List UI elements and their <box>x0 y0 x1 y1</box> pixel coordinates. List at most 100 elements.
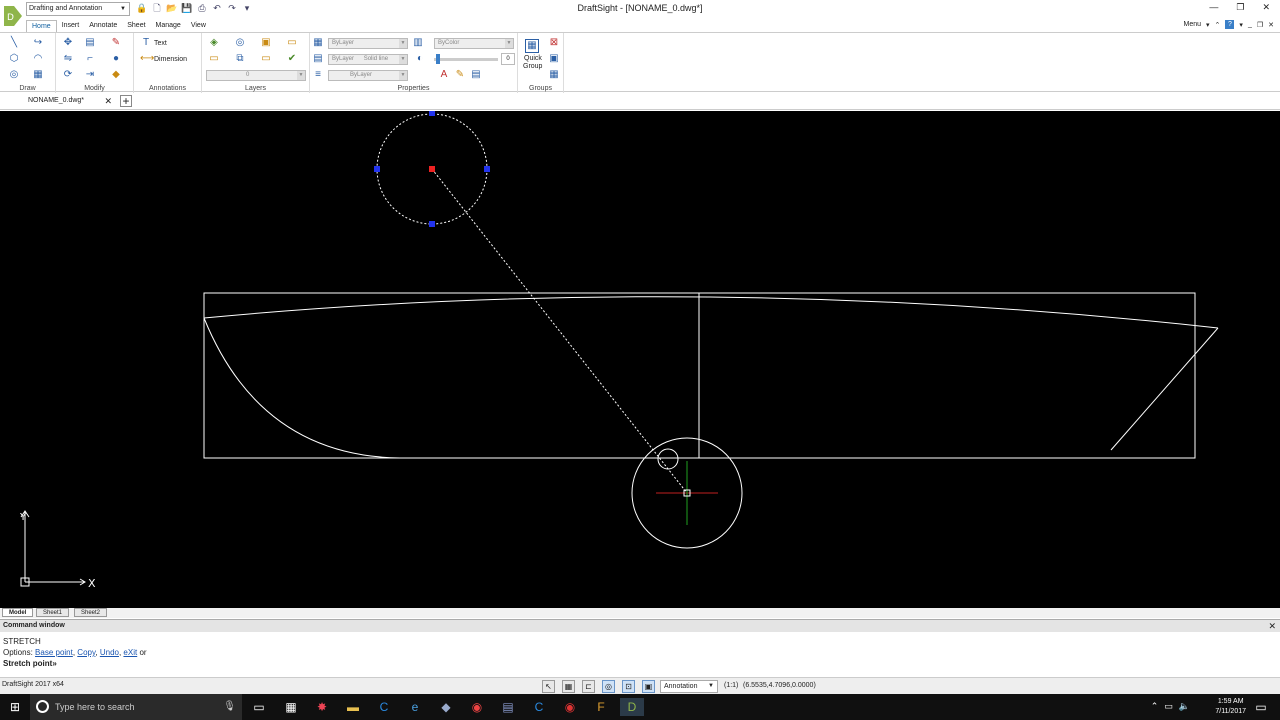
rotate-icon[interactable]: ⟳ <box>62 69 74 81</box>
match-properties-icon[interactable]: ▦ <box>312 37 324 49</box>
app-record-icon[interactable]: ◉ <box>561 698 579 716</box>
text-icon[interactable]: T <box>140 37 152 49</box>
app-doc-icon[interactable]: ▤ <box>499 698 517 716</box>
option-exit[interactable]: eXit <box>123 648 137 657</box>
app-e-icon[interactable]: e <box>406 698 424 716</box>
doc-restore-icon[interactable]: ❐ <box>1257 21 1263 29</box>
app-f-icon[interactable]: F <box>592 698 610 716</box>
quick-group-label-2[interactable]: Group <box>523 63 542 70</box>
properties-painter-icon[interactable]: ◆ <box>110 69 122 81</box>
file-explorer-icon[interactable]: ▬ <box>344 698 362 716</box>
chevron-down-icon[interactable]: ▾ <box>1239 21 1243 29</box>
mirror-icon[interactable]: ⇋ <box>62 53 74 65</box>
transparency-slider[interactable] <box>434 58 498 61</box>
layer-copy-icon[interactable]: ▣ <box>260 37 272 49</box>
windows-start-icon[interactable]: ⊞ <box>6 698 24 716</box>
layer-previous-icon[interactable]: ▭ <box>208 53 220 65</box>
option-base-point[interactable]: Base point <box>35 648 73 657</box>
grip-handles[interactable] <box>374 111 490 227</box>
polyline-icon[interactable]: ↪ <box>32 37 44 49</box>
erase-icon[interactable]: ✎ <box>110 37 122 49</box>
customize-qat-icon[interactable]: ▾ <box>241 2 253 14</box>
microphone-icon[interactable]: 🎙 <box>223 694 236 720</box>
redo-icon[interactable]: ↷ <box>226 2 238 14</box>
tab-sheet2[interactable]: Sheet2 <box>74 608 108 617</box>
help-icon[interactable]: ? <box>1225 20 1235 29</box>
undo-icon[interactable]: ↶ <box>211 2 223 14</box>
menu-button[interactable]: Menu <box>1184 21 1202 28</box>
move-icon[interactable]: ✥ <box>62 37 74 49</box>
drawing-svg[interactable]: Y X <box>0 111 1280 608</box>
open-folder-icon[interactable]: 📂 <box>166 2 178 14</box>
line-icon[interactable]: ╲ <box>8 37 20 49</box>
tab-sheet1[interactable]: Sheet1 <box>36 608 70 617</box>
notification-icon[interactable]: ▭ <box>1252 698 1270 716</box>
layer-isolate-icon[interactable]: ⧉ <box>234 53 246 65</box>
close-icon[interactable]: ✕ <box>104 93 112 109</box>
volume-icon[interactable]: 🔈 <box>1179 701 1190 712</box>
chrome-icon[interactable]: ◉ <box>468 698 486 716</box>
drawing-canvas[interactable]: Y X <box>0 111 1280 608</box>
transparency-icon[interactable]: ◐ <box>414 53 426 65</box>
lineweight-icon[interactable]: ≡ <box>312 69 324 81</box>
layer-match-icon[interactable]: ▭ <box>286 37 298 49</box>
tab-annotate[interactable]: Annotate <box>84 20 122 32</box>
tab-home[interactable]: Home <box>26 20 57 32</box>
arc-icon[interactable]: ◠ <box>32 53 44 65</box>
app-c2-icon[interactable]: C <box>530 698 548 716</box>
save-icon[interactable]: 💾 <box>181 2 193 14</box>
circle-icon[interactable]: ◎ <box>8 69 20 81</box>
grip-top[interactable] <box>429 111 435 116</box>
restore-icon[interactable]: ❐ <box>1236 2 1244 13</box>
option-copy[interactable]: Copy <box>77 648 95 657</box>
checkmark-icon[interactable]: ✔ <box>286 53 298 65</box>
chevron-down-icon[interactable]: ▾ <box>1206 21 1210 29</box>
taskbar-search[interactable]: Type here to search 🎙 <box>30 694 242 720</box>
annotation-scale-select[interactable]: Annotation ▼ <box>660 680 718 693</box>
color-swatch-icon[interactable]: ▥ <box>412 37 424 49</box>
tab-sheet[interactable]: Sheet <box>122 20 150 32</box>
taskbar-clock[interactable]: 1:59 AM 7/11/2017 <box>1215 697 1246 717</box>
lock-icon[interactable]: 🔒 <box>136 2 148 14</box>
lineweight-select[interactable]: ByLayer ▼ <box>328 70 408 81</box>
trim-icon[interactable]: ⇥ <box>84 69 96 81</box>
list-icon[interactable]: ▤ <box>470 69 482 81</box>
grid-icon[interactable]: ▦ <box>562 680 575 693</box>
tab-insert[interactable]: Insert <box>57 20 85 32</box>
text-style-icon[interactable]: A <box>438 69 450 81</box>
polar-icon[interactable]: ◎ <box>602 680 615 693</box>
grip-left[interactable] <box>374 166 380 172</box>
layer-state-icon[interactable]: ◎ <box>234 37 246 49</box>
option-undo[interactable]: Undo <box>100 648 119 657</box>
explode-icon[interactable]: ● <box>110 53 122 65</box>
grip-bottom[interactable] <box>429 221 435 227</box>
color-by-select[interactable]: ByColor ▼ <box>434 38 514 49</box>
minimize-ribbon-icon[interactable]: ⌃ <box>1215 21 1221 29</box>
linetype-select[interactable]: ByLayer Solid line ▼ <box>328 54 408 65</box>
dimension-icon[interactable]: ⟷ <box>140 53 154 65</box>
transparency-value[interactable]: 0 <box>501 53 515 65</box>
tab-manage[interactable]: Manage <box>151 20 186 32</box>
ortho-icon[interactable]: ⊏ <box>582 680 595 693</box>
group-manager-icon[interactable]: ▦ <box>548 69 560 81</box>
color-select[interactable]: ByLayer ▼ <box>328 38 408 49</box>
blade-tip-curve[interactable] <box>203 317 401 459</box>
network-icon[interactable]: ▭ <box>1164 701 1173 712</box>
app-icon-1[interactable]: ✸ <box>313 698 331 716</box>
tray-expand-icon[interactable]: ⌃ <box>1151 701 1159 712</box>
quick-group-label-1[interactable]: Quick <box>524 55 542 62</box>
new-file-icon[interactable]: 🗋 <box>151 2 163 14</box>
fillet-icon[interactable]: ⌐ <box>84 53 96 65</box>
etrack-icon[interactable]: ▣ <box>642 680 655 693</box>
layer-select[interactable]: 0 ▼ <box>206 70 306 81</box>
doc-minimize-icon[interactable]: _ <box>1248 21 1252 28</box>
snap-icon[interactable]: ↖ <box>542 680 555 693</box>
grip-center-hot[interactable] <box>429 166 435 172</box>
quick-group-icon[interactable]: ▦ <box>525 39 539 53</box>
blade-back-line[interactable] <box>1110 327 1219 451</box>
print-icon[interactable]: ⎙ <box>196 2 208 14</box>
dimension-button[interactable]: Dimension <box>154 56 187 63</box>
linetype-icon[interactable]: ▤ <box>312 53 324 65</box>
tab-view[interactable]: View <box>186 20 211 32</box>
document-tab[interactable]: NONAME_0.dwg* ✕ <box>0 93 116 109</box>
